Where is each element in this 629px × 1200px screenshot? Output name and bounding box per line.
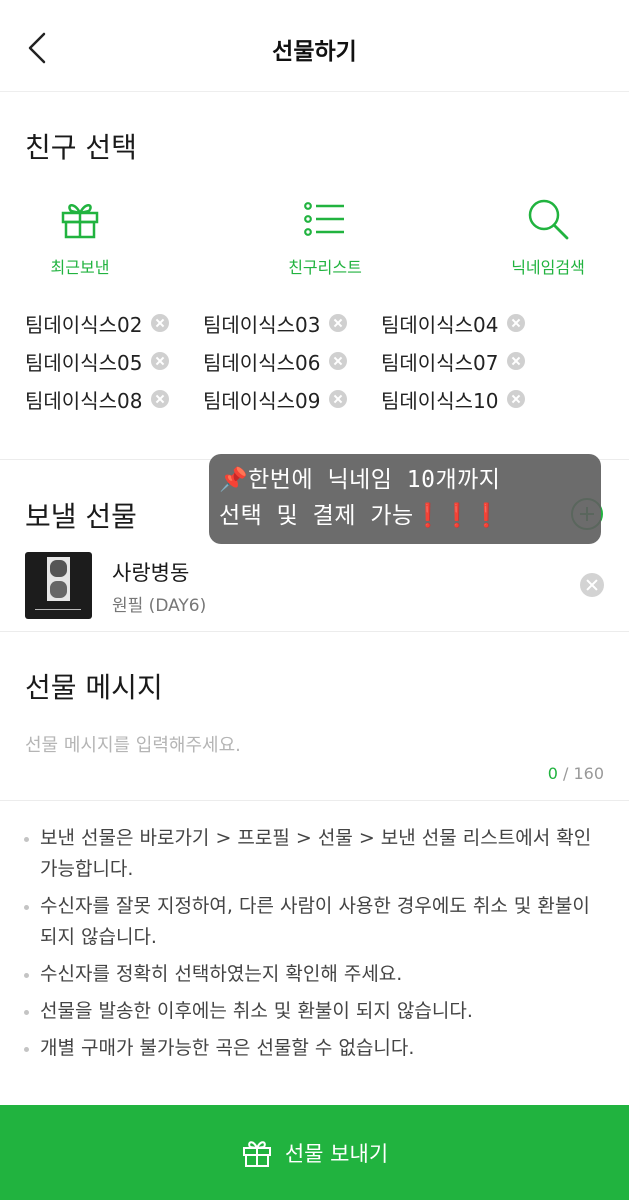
annotation-line-1: 📌한번에 닉네임 10개까지: [219, 467, 501, 493]
friend-chip: 팀데이식스08: [25, 382, 170, 416]
gift-icon: [61, 204, 99, 239]
remove-friend-icon[interactable]: [151, 314, 170, 332]
remove-friend-icon[interactable]: [329, 390, 348, 408]
divider: [0, 631, 629, 632]
message-section-title: 선물 메시지: [25, 671, 163, 704]
friend-chip: 팀데이식스02: [25, 306, 170, 340]
album-photo: [50, 581, 67, 598]
message-char-counter: 0 / 160: [548, 764, 604, 783]
friend-list-label: 친구리스트: [288, 258, 362, 277]
send-gift-label: 선물 보내기: [284, 1141, 389, 1166]
friend-select-title: 친구 선택: [25, 131, 137, 164]
album-logo: [35, 604, 81, 610]
friend-list-button[interactable]: 친구리스트: [255, 196, 395, 278]
exclamation-icons: ❗❗❗: [413, 503, 502, 529]
gift-section-title: 보낼 선물: [25, 500, 137, 533]
friend-chip-name: 팀데이식스07: [381, 350, 499, 375]
friend-chip-name: 팀데이식스06: [203, 350, 321, 375]
remove-friend-icon[interactable]: [151, 390, 170, 408]
remove-friend-icon[interactable]: [507, 352, 526, 370]
friend-chip: 팀데이식스06: [203, 344, 348, 378]
message-char-count: 0: [547, 764, 558, 783]
friend-chip: 팀데이식스10: [381, 382, 526, 416]
friend-chip-name: 팀데이식스09: [203, 388, 321, 413]
remove-friend-icon[interactable]: [151, 352, 170, 370]
remove-friend-icon[interactable]: [507, 314, 526, 332]
friend-chip: 팀데이식스05: [25, 344, 170, 378]
friend-chip: 팀데이식스04: [381, 306, 526, 340]
friend-chip-name: 팀데이식스10: [381, 388, 499, 413]
notice-item: 수신자를 정확히 선택하였는지 확인해 주세요.: [24, 959, 609, 990]
notice-item: 보낸 선물은 바로가기 > 프로필 > 선물 > 보낸 선물 리스트에서 확인 …: [24, 823, 609, 885]
notice-item: 수신자를 잘못 지정하여, 다른 사람이 사용한 경우에도 취소 및 환불이 되…: [24, 891, 609, 953]
notice-list: 보낸 선물은 바로가기 > 프로필 > 선물 > 보낸 선물 리스트에서 확인 …: [24, 823, 609, 1070]
gift-icon: [242, 1140, 271, 1167]
gift-message-input[interactable]: [25, 728, 605, 762]
search-icon: [528, 199, 569, 240]
notice-item: 개별 구매가 불가능한 곡은 선물할 수 없습니다.: [24, 1033, 609, 1064]
annotation-line-2-text: 선택 및 결제 가능: [219, 503, 414, 529]
friend-chip: 팀데이식스09: [203, 382, 348, 416]
header: 선물하기: [0, 0, 629, 92]
recent-sent-label: 최근보낸: [50, 258, 110, 277]
friend-chip-name: 팀데이식스04: [381, 312, 499, 337]
album-art: [25, 552, 92, 619]
nickname-search-button[interactable]: 닉네임검색: [478, 196, 618, 278]
friend-chip-name: 팀데이식스03: [203, 312, 321, 337]
divider: [0, 800, 629, 801]
remove-song-icon[interactable]: [580, 573, 604, 597]
friend-chip: 팀데이식스03: [203, 306, 348, 340]
song-artist: 원필 (DAY6): [112, 596, 207, 616]
page-title: 선물하기: [272, 39, 357, 65]
list-icon: [304, 202, 344, 236]
annotation-line-2: 선택 및 결제 가능❗❗❗: [219, 498, 589, 534]
friend-chip-name: 팀데이식스05: [25, 350, 143, 375]
nickname-search-label: 닉네임검색: [511, 258, 585, 277]
friend-chip-name: 팀데이식스08: [25, 388, 143, 413]
song-title: 사랑병동: [112, 561, 190, 585]
notice-item: 선물을 발송한 이후에는 취소 및 환불이 되지 않습니다.: [24, 996, 609, 1027]
remove-friend-icon[interactable]: [329, 352, 348, 370]
album-photo: [50, 560, 67, 577]
friend-chip-name: 팀데이식스02: [25, 312, 143, 337]
friend-chip: 팀데이식스07: [381, 344, 526, 378]
send-gift-button[interactable]: 선물 보내기: [0, 1105, 629, 1200]
remove-friend-icon[interactable]: [507, 390, 526, 408]
annotation-overlay: 📌한번에 닉네임 10개까지 선택 및 결제 가능❗❗❗: [209, 454, 601, 544]
remove-friend-icon[interactable]: [329, 314, 348, 332]
message-char-max: / 160: [557, 764, 604, 783]
recent-sent-button[interactable]: 최근보낸: [10, 196, 150, 278]
